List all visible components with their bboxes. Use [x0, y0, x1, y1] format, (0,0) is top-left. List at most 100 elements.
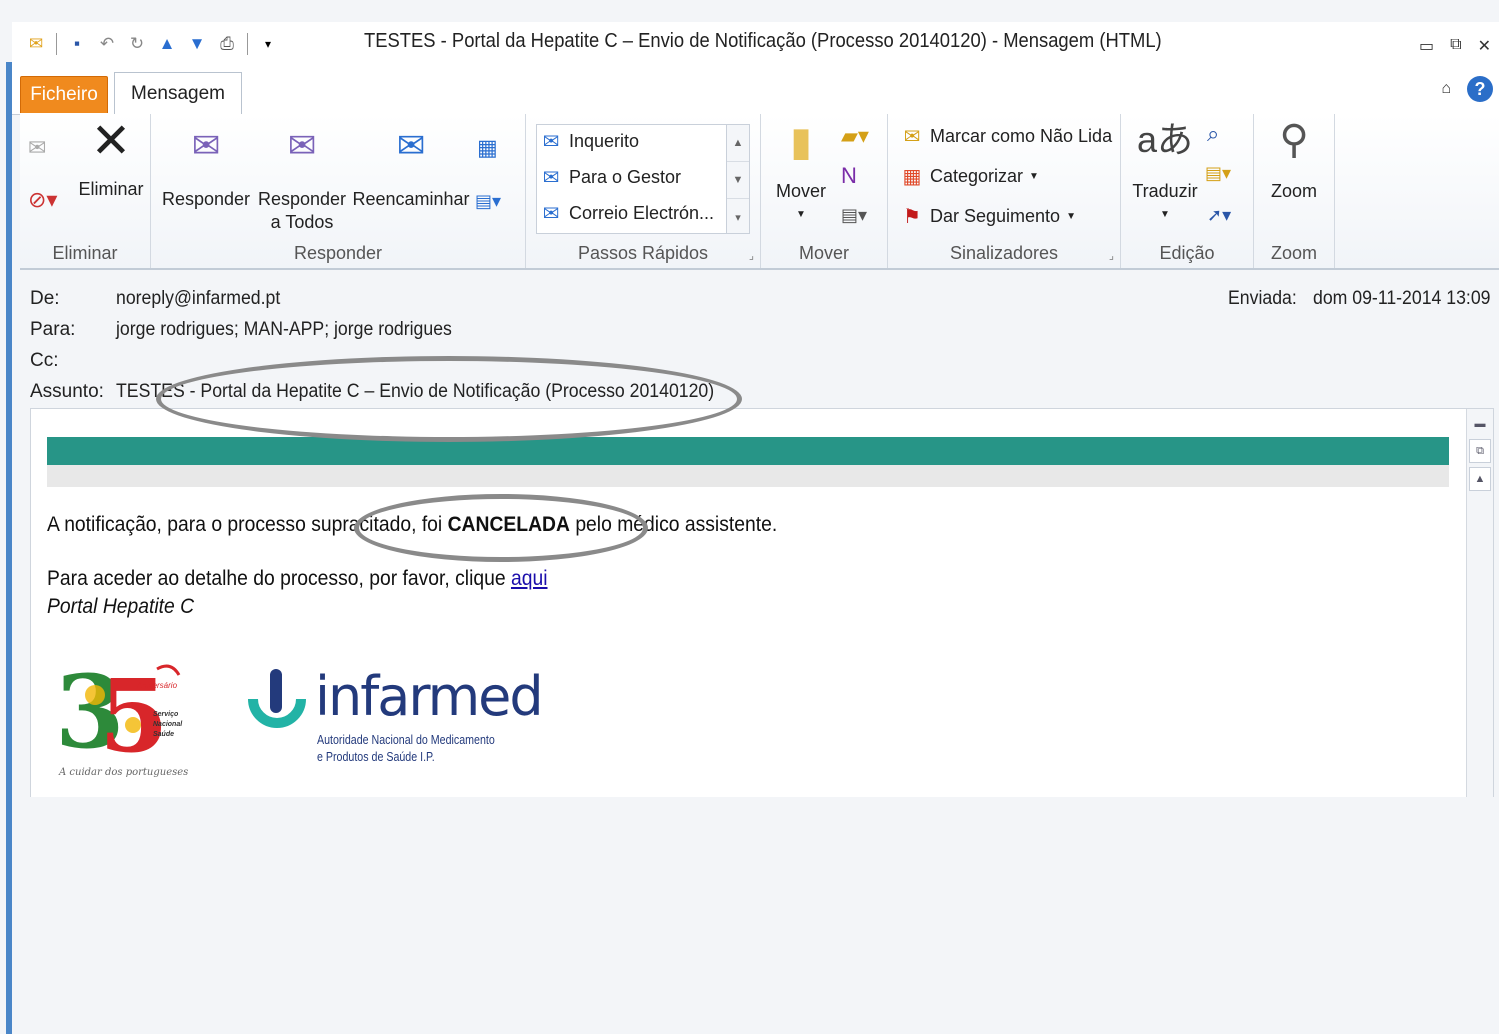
undo-icon[interactable]: ↶	[95, 32, 119, 56]
qat-separator	[247, 33, 248, 55]
to-value[interactable]: jorge rodrigues; MAN-APP; jorge rodrigue…	[116, 319, 452, 341]
rules-icon[interactable]: ▰▾	[841, 124, 869, 147]
subject-label: Assunto:	[30, 381, 104, 402]
tab-mensagem[interactable]: Mensagem	[114, 72, 242, 116]
tab-ficheiro[interactable]: Ficheiro	[20, 76, 108, 113]
from-value[interactable]: noreply@infarmed.pt	[116, 288, 280, 310]
delete-button[interactable]: ✕ Eliminar	[76, 118, 146, 201]
translate-dropdown-icon: ▼	[1160, 209, 1170, 220]
gallery-more-icon[interactable]: ▾	[727, 199, 749, 235]
title-bar: ✉ ▪ ↶ ↻ ▲ ▼ ⎙ ▾ TESTES - Portal da Hepat…	[12, 22, 1499, 70]
quick-step-correio-electronico[interactable]: ✉ Correio Electrón...	[539, 201, 714, 226]
move-button[interactable]: ▮ Mover ▼	[769, 122, 833, 226]
group-label-passos-rapidos: Passos Rápidos	[577, 243, 709, 263]
help-icon[interactable]: ?	[1467, 76, 1493, 102]
group-label-sinalizadores: Sinalizadores	[949, 243, 1059, 263]
close-icon[interactable]: ✕	[1478, 36, 1491, 56]
cancel-notice-post: pelo médico assistente.	[569, 513, 778, 536]
logo-35-caption: A cuidar dos portugueses	[59, 767, 189, 778]
save-icon[interactable]: ▪	[65, 32, 89, 56]
window-controls: ▭ ⧉ ✕	[1419, 36, 1491, 56]
unread-envelope-icon: ✉	[903, 126, 921, 148]
forward-button[interactable]: ✉ Reencaminhar	[351, 126, 471, 211]
customize-qat-icon[interactable]: ▾	[256, 32, 280, 56]
translate-button[interactable]: aあ Traduzir ▼	[1127, 120, 1203, 226]
dialog-launcher-icon[interactable]: ⌟	[1109, 249, 1114, 262]
cancel-notice: A notificação, para o processo supracita…	[47, 513, 777, 537]
minimize-icon[interactable]: ▭	[1419, 36, 1434, 56]
sent-label: Enviada:	[1228, 288, 1297, 309]
translate-label: Traduzir	[1132, 181, 1198, 201]
reply-all-button[interactable]: ✉ Responder a Todos	[257, 126, 347, 234]
reply-all-icon: ✉	[287, 127, 317, 165]
quick-step-inquerito[interactable]: ✉ Inquerito	[539, 129, 639, 154]
junk-icon[interactable]: ⊘▾	[28, 188, 57, 211]
cc-label: Cc:	[30, 350, 59, 371]
scroll-up-icon[interactable]: ▲	[727, 125, 749, 162]
zoom-button[interactable]: ⚲ Zoom	[1260, 120, 1328, 203]
ignore-icon[interactable]: ✉	[28, 136, 46, 159]
related-icon[interactable]: ▤▾	[1205, 162, 1231, 185]
reply-label: Responder	[161, 189, 251, 209]
dialog-launcher-icon[interactable]: ⌟	[749, 249, 754, 262]
find-icon[interactable]: ⌕	[1207, 122, 1219, 145]
quick-step-label: Correio Electrón...	[569, 203, 715, 223]
scroll-down-icon[interactable]: ▼	[727, 162, 749, 199]
ribbon: ✉ ⊘▾ ✕ Eliminar Eliminar ✉ Responder ✉ R…	[20, 114, 1499, 270]
logo-35-graphic: 3 5	[55, 653, 181, 775]
forward-icon: ✉	[396, 127, 426, 165]
group-edicao: aあ Traduzir ▼ ⌕ ▤▾ ➚▾ Edição	[1121, 114, 1254, 268]
onenote-icon[interactable]: N	[841, 164, 857, 187]
more-respond-icon[interactable]: ▤▾	[475, 190, 501, 213]
minimize-ribbon-icon[interactable]: ⌂	[1441, 80, 1451, 98]
window-title: TESTES - Portal da Hepatite C – Envio de…	[364, 30, 1162, 52]
ribbon-tabs: Ficheiro Mensagem ⌂ ?	[12, 70, 1499, 116]
categorize-button[interactable]: ▦ Categorizar ▼	[900, 164, 1039, 189]
group-zoom: ⚲ Zoom Zoom	[1254, 114, 1335, 268]
scroll-up-icon[interactable]: ▲	[1469, 467, 1491, 491]
group-label-responder: Responder	[293, 243, 383, 263]
quick-steps-scroll: ▲ ▼ ▾	[726, 125, 749, 233]
redo-icon[interactable]: ↻	[125, 32, 149, 56]
quick-step-icon: ✉	[542, 167, 560, 189]
sns-35-anniversary-logo: 3 5 Aniversário Serviço Nacional Saúde A…	[55, 653, 195, 785]
infarmed-subtitle: Autoridade Nacional do Medicamento e Pro…	[317, 731, 495, 765]
to-label: Para:	[30, 319, 76, 340]
outlook-message-window: ✉ ▪ ↶ ↻ ▲ ▼ ⎙ ▾ TESTES - Portal da Hepat…	[0, 0, 1499, 1034]
quick-step-icon: ✉	[542, 131, 560, 153]
quick-steps-gallery: ✉ Inquerito ✉ Para o Gestor ✉ Correio El…	[536, 124, 750, 234]
restore-icon[interactable]: ⧉	[1450, 36, 1461, 56]
sent-value: dom 09-11-2014 13:09	[1313, 288, 1491, 309]
follow-up-button[interactable]: ⚑ Dar Seguimento ▼	[900, 204, 1076, 229]
quick-step-label: Para o Gestor	[569, 167, 682, 187]
magnifier-icon: ⚲	[1279, 118, 1309, 162]
previous-item-icon[interactable]: ▲	[155, 32, 179, 56]
actions-icon[interactable]: ▤▾	[841, 204, 867, 227]
mark-unread-button[interactable]: ✉ Marcar como Não Lida	[900, 124, 1112, 149]
move-label: Mover	[775, 181, 826, 201]
process-detail-link[interactable]: aqui	[511, 567, 548, 590]
access-detail-text: Para aceder ao detalhe do processo, por …	[47, 567, 511, 590]
quick-step-icon: ✉	[542, 203, 560, 225]
select-icon[interactable]: ➚▾	[1207, 204, 1231, 227]
move-dropdown-icon: ▼	[796, 209, 806, 220]
ribbon-tab-controls: ⌂ ?	[1441, 76, 1493, 102]
reply-button[interactable]: ✉ Responder	[161, 126, 251, 211]
header-band	[47, 437, 1449, 465]
expand-icon[interactable]: ⧉	[1469, 439, 1491, 463]
group-label-eliminar: Eliminar	[52, 243, 118, 263]
body-scrollbar[interactable]: ▬ ⧉ ▲	[1466, 409, 1493, 797]
print-icon[interactable]: ⎙	[215, 32, 239, 56]
categorize-label: Categorizar	[930, 166, 1024, 186]
translate-icon: aあ	[1136, 119, 1194, 160]
scroll-handle-icon[interactable]: ▬	[1470, 413, 1490, 435]
meeting-icon[interactable]: ▦	[477, 136, 498, 159]
quick-step-para-o-gestor[interactable]: ✉ Para o Gestor	[539, 165, 681, 190]
infarmed-symbol	[248, 669, 306, 728]
delete-label: Eliminar	[78, 179, 144, 199]
logo-35-sns-1: Serviço	[153, 711, 179, 718]
group-responder: ✉ Responder ✉ Responder a Todos ✉ Reenca…	[151, 114, 526, 268]
cancel-notice-pre: A notificação, para o processo supracita…	[47, 513, 448, 536]
cancel-status: CANCELADA	[447, 513, 570, 536]
next-item-icon[interactable]: ▼	[185, 32, 209, 56]
